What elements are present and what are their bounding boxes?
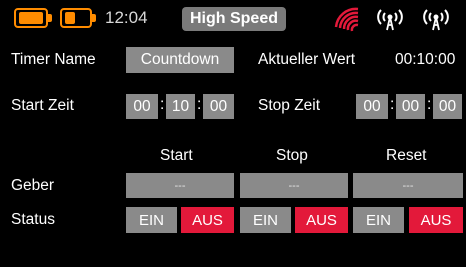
- start-time-hours-field[interactable]: 00: [126, 94, 158, 119]
- geber-start-field[interactable]: ---: [126, 173, 234, 198]
- column-header-start: Start: [160, 147, 193, 164]
- reset-status-ein-button[interactable]: EIN: [353, 207, 404, 233]
- start-time-minutes-field[interactable]: 10: [166, 94, 195, 119]
- stop-status-ein-button[interactable]: EIN: [240, 207, 291, 233]
- column-header-stop: Stop: [276, 147, 308, 164]
- battery-icon: [14, 8, 52, 28]
- speed-mode-badge[interactable]: High Speed: [182, 7, 286, 31]
- time-separator: :: [160, 96, 165, 113]
- clock-time: 12:04: [105, 8, 148, 27]
- time-separator: :: [427, 96, 432, 113]
- stop-time-minutes-field[interactable]: 00: [396, 94, 425, 119]
- stop-time-hours-field[interactable]: 00: [356, 94, 388, 119]
- geber-stop-field[interactable]: ---: [240, 173, 348, 198]
- current-value-label: Aktueller Wert: [258, 51, 356, 68]
- speed-mode-label: High Speed: [189, 10, 278, 27]
- reset-status-aus-button[interactable]: AUS: [409, 207, 463, 233]
- status-bar: 12:04 High Speed: [0, 0, 466, 38]
- status-label: Status: [11, 211, 55, 228]
- receiver-antenna-icon: [423, 9, 449, 31]
- start-status-ein-button[interactable]: EIN: [126, 207, 177, 233]
- time-separator: :: [390, 96, 395, 113]
- time-separator: :: [197, 96, 202, 113]
- current-value-display: 00:10:00: [395, 51, 456, 68]
- stop-time-label: Stop Zeit: [258, 97, 321, 114]
- stop-time-seconds-field[interactable]: 00: [433, 94, 462, 119]
- battery-icon: [60, 8, 96, 28]
- stop-status-aus-button[interactable]: AUS: [295, 207, 348, 233]
- geber-label: Geber: [11, 177, 55, 194]
- start-status-aus-button[interactable]: AUS: [181, 207, 234, 233]
- column-header-reset: Reset: [386, 147, 427, 164]
- timer-name-label: Timer Name: [11, 51, 96, 68]
- start-time-label: Start Zeit: [11, 97, 74, 114]
- transmitter-antenna-icon: [377, 9, 403, 31]
- timer-name-field[interactable]: Countdown: [126, 47, 234, 73]
- geber-reset-field[interactable]: ---: [353, 173, 463, 198]
- signal-strength-icon: [334, 7, 359, 32]
- start-time-seconds-field[interactable]: 00: [203, 94, 234, 119]
